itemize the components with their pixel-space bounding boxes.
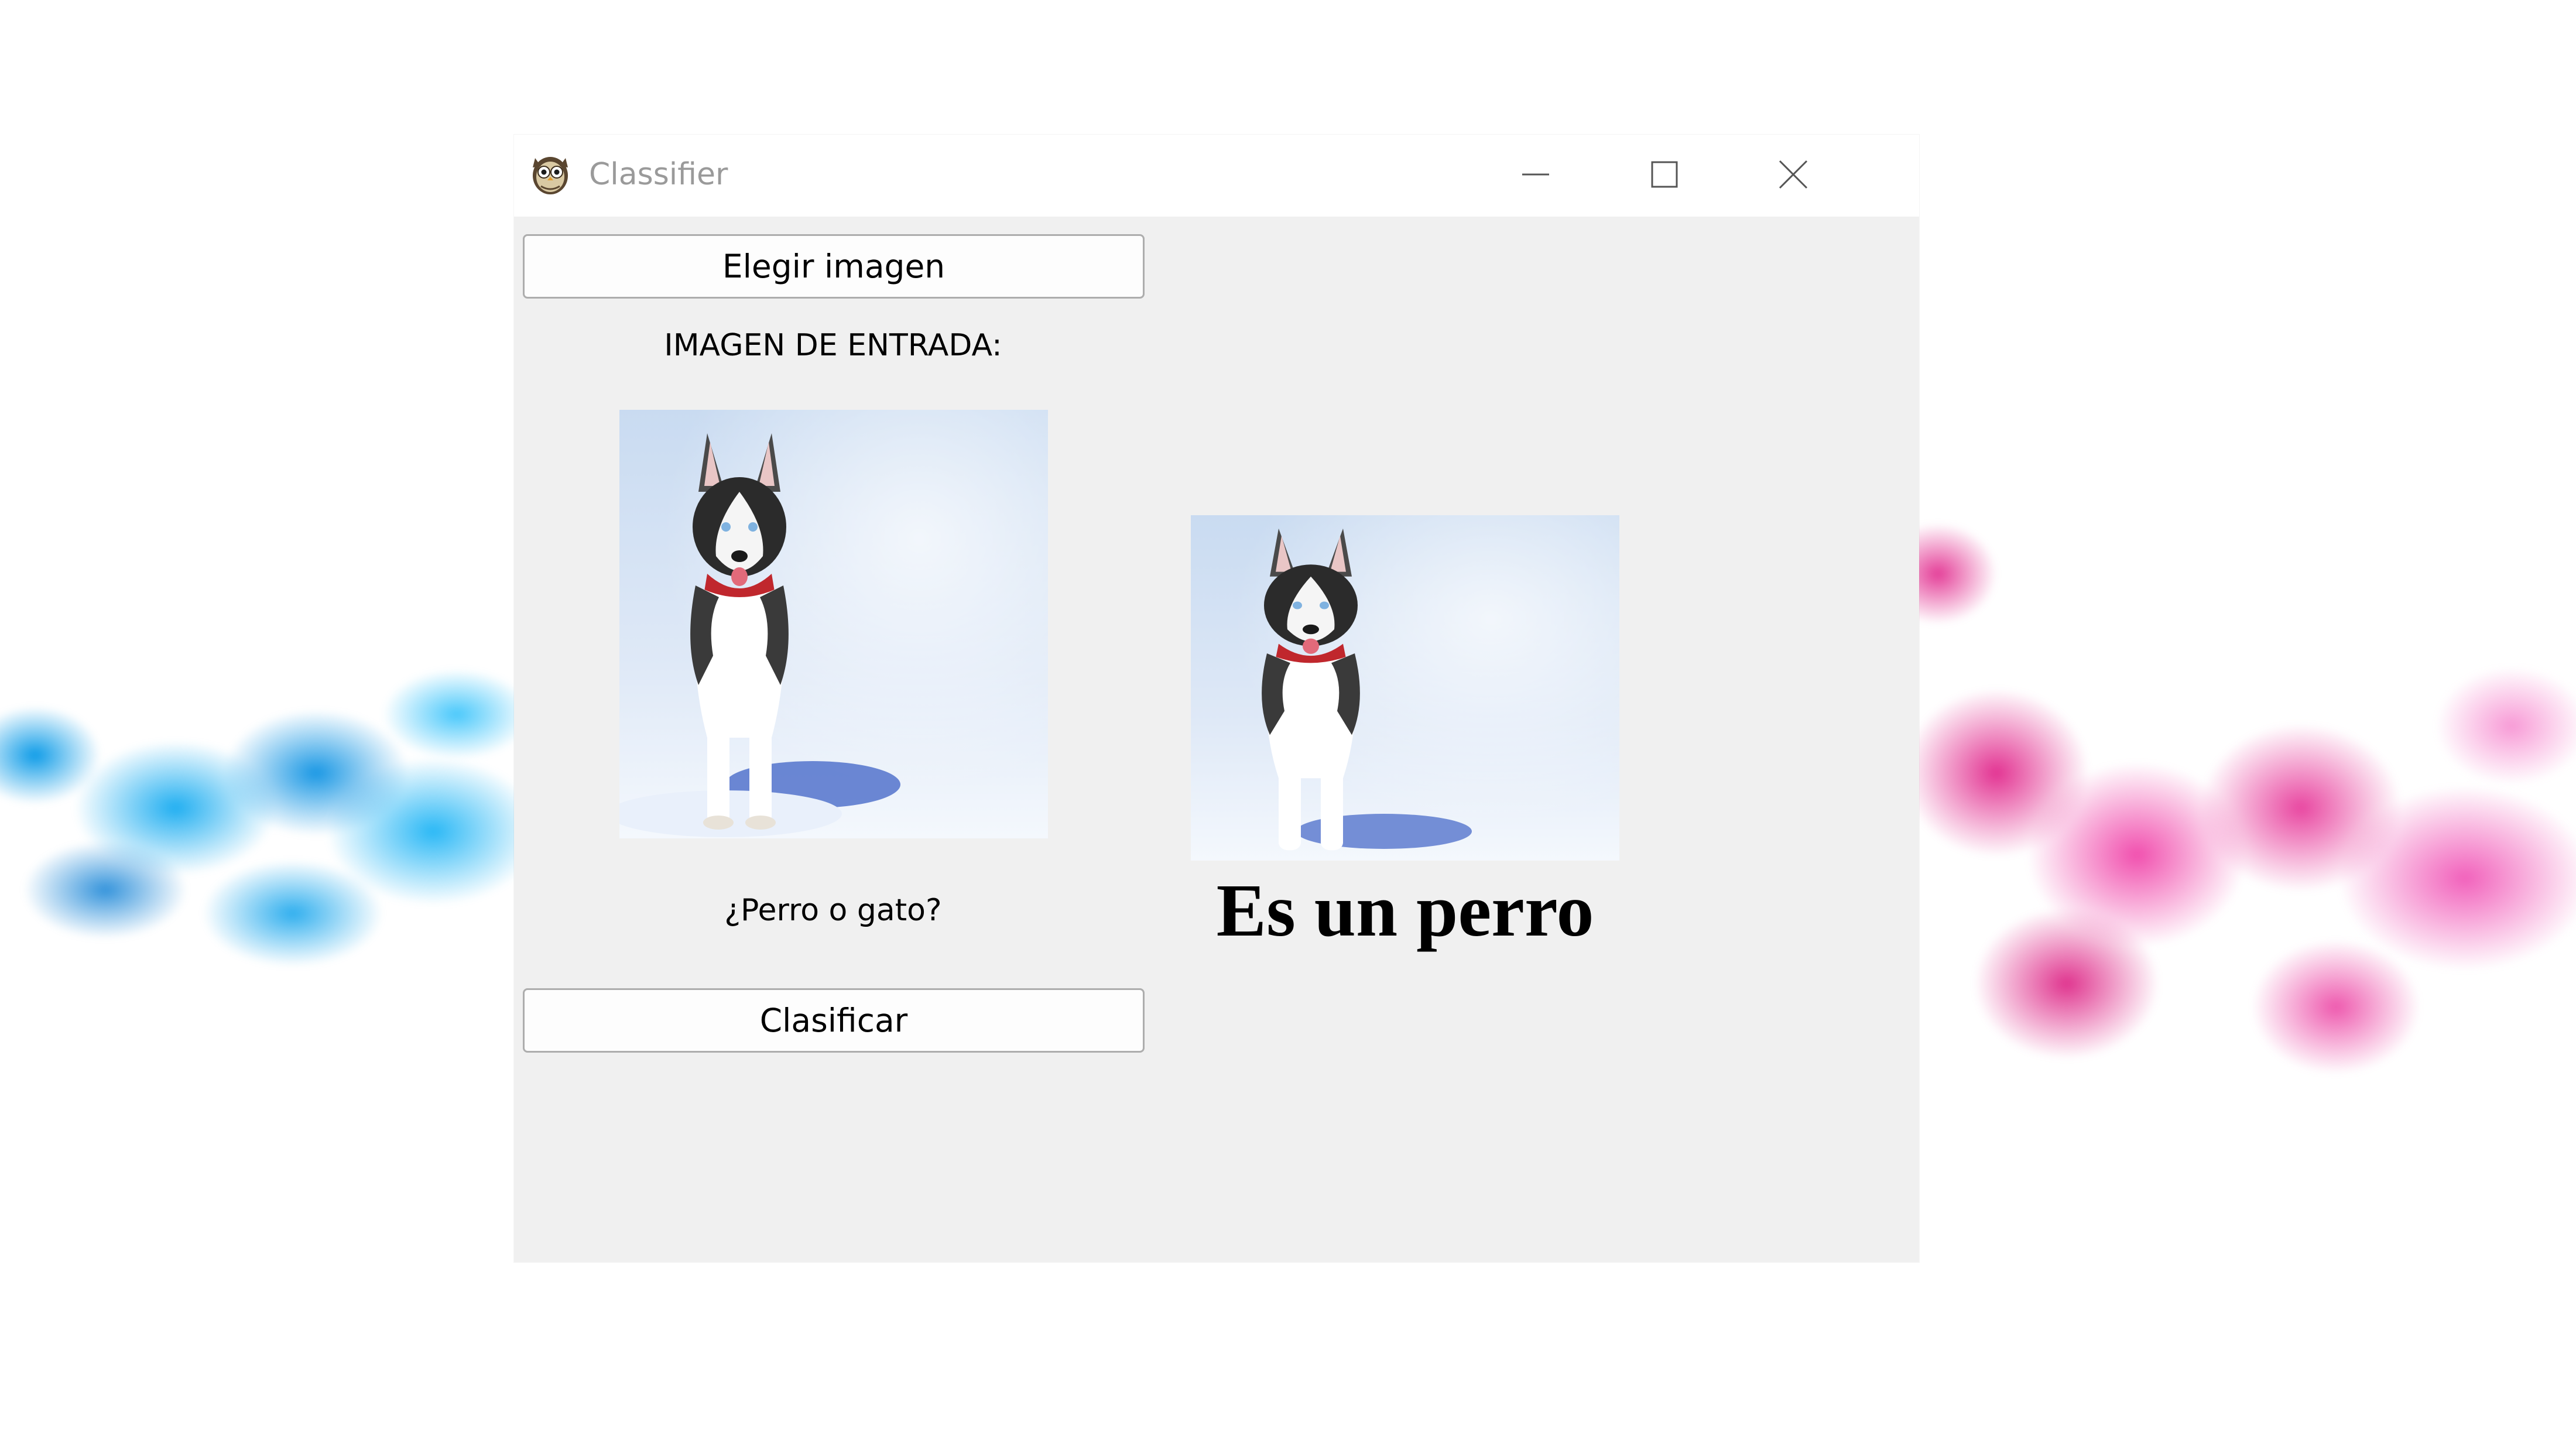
- blue-ink-splash: [0, 609, 544, 1019]
- maximize-icon: [1650, 160, 1679, 191]
- minimize-button[interactable]: [1474, 135, 1597, 217]
- pink-ink-splash: [1891, 503, 2576, 1206]
- title-bar[interactable]: Classifier: [514, 135, 1919, 217]
- classifier-window: Classifier Elegir imagen IMAGEN DE ENTRA…: [514, 135, 1919, 1262]
- maximize-button[interactable]: [1603, 135, 1726, 217]
- classify-button[interactable]: Clasificar: [523, 988, 1145, 1053]
- close-icon: [1777, 159, 1809, 193]
- output-image: [1191, 515, 1619, 861]
- question-label: ¿Perro o gato?: [724, 893, 942, 928]
- input-image: [619, 410, 1048, 838]
- window-title: Classifier: [589, 157, 728, 192]
- classification-result: Es un perro: [1216, 869, 1594, 952]
- input-image-label: IMAGEN DE ENTRADA:: [664, 328, 1002, 363]
- minimize-icon: [1521, 160, 1550, 191]
- close-button[interactable]: [1732, 135, 1855, 217]
- choose-image-button[interactable]: Elegir imagen: [523, 234, 1145, 299]
- owl-app-icon: [528, 151, 573, 196]
- window-client-area: Elegir imagen IMAGEN DE ENTRADA: ¿Perro …: [514, 217, 1919, 1262]
- desktop-background: Classifier Elegir imagen IMAGEN DE ENTRA…: [0, 0, 2576, 1449]
